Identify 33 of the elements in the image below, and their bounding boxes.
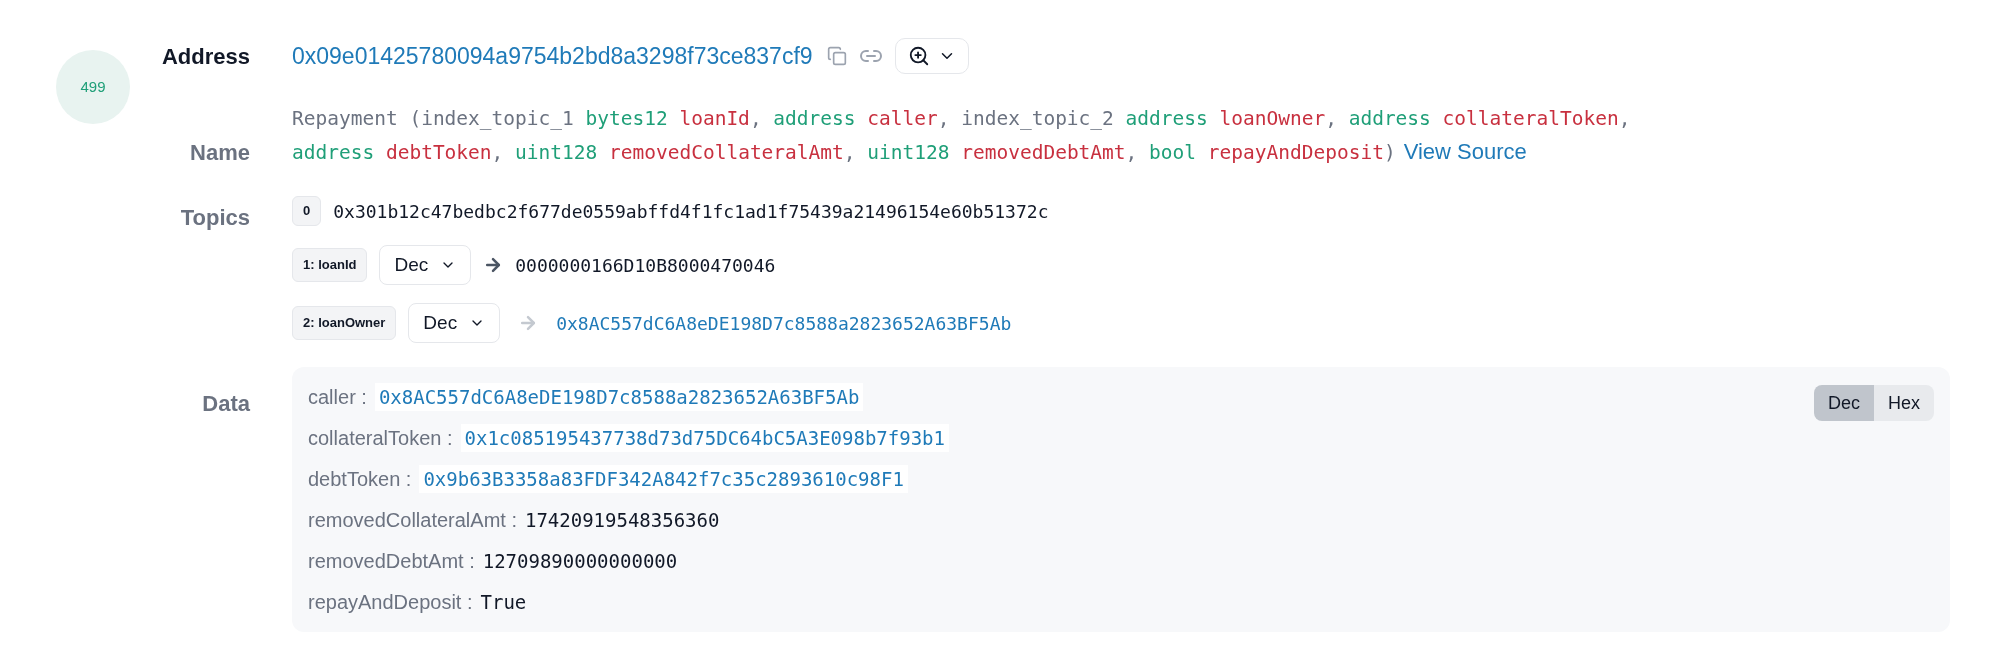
field-label: Topics: [180, 205, 250, 230]
topic-index-tag: 0: [292, 196, 322, 226]
address-link[interactable]: 0x8AC557dC6A8eDE198D7c8588a2823652A63BF5Ab: [556, 309, 1012, 337]
address-link[interactable]: 0x09e01425780094a9754b2bd8a3298f73ce837cf9: [292, 38, 813, 74]
topic-index-tag: 1: loanId: [292, 248, 368, 282]
format-toggle[interactable]: Hex: [1874, 385, 1934, 421]
data-field-value: 12709890000000000: [482, 548, 678, 574]
format-select[interactable]: Dec: [379, 245, 472, 285]
data-field-name: removedCollateralAmt :: [308, 508, 517, 533]
address-link[interactable]: 0x9b63B3358a83FDF342A842f7c35c2893610c98F1: [419, 464, 908, 494]
topic-index-tag: 2: loanOwner: [292, 306, 397, 340]
topic-value: 0000000166D10B8000470046: [515, 253, 776, 278]
address-link[interactable]: 0x8AC557dC6A8eDE198D7c8588a2823652A63BF5Ab: [374, 382, 864, 412]
zoom-in-icon: [907, 45, 930, 67]
view-source-link[interactable]: View Source: [1403, 139, 1527, 164]
data-field-name: collateralToken :: [308, 426, 453, 451]
data-field-name: repayAndDeposit :: [308, 590, 473, 615]
field-label: Data: [202, 391, 250, 416]
data-field-name: caller :: [308, 385, 367, 410]
format-toggle[interactable]: Dec: [1813, 385, 1874, 421]
field-label: Address: [161, 43, 250, 69]
event-signature: Repayment (index_topic_1 bytes12 loanId, address caller, index_topic_2 address loanOwner, address collateralToken, address debtToken, uint128 removedCollateralAmt, uint128 removedDebtAmt, bool repayAndDeposit) View Source: [292, 106, 1631, 166]
data-field-value: 17420919548356360: [524, 507, 720, 533]
data-field-name: debtToken :: [308, 467, 412, 492]
data-field-name: removedDebtAmt :: [308, 549, 475, 574]
field-label: Name: [190, 140, 250, 165]
address-link[interactable]: 0x1c085195437738d73d75DC64bC5A3E098b7f93b1: [460, 423, 949, 453]
topic-value: 0x301b12c47bedbc2f677de0559abffd4f1fc1ad1f75439a21496154e60b51372c: [333, 199, 1049, 224]
format-select[interactable]: Dec: [408, 303, 501, 343]
data-field-value: True: [480, 589, 527, 615]
copy-icon[interactable]: [826, 46, 847, 66]
log-index-badge: 499: [56, 50, 130, 124]
zoom-dropdown-button[interactable]: [894, 38, 969, 74]
